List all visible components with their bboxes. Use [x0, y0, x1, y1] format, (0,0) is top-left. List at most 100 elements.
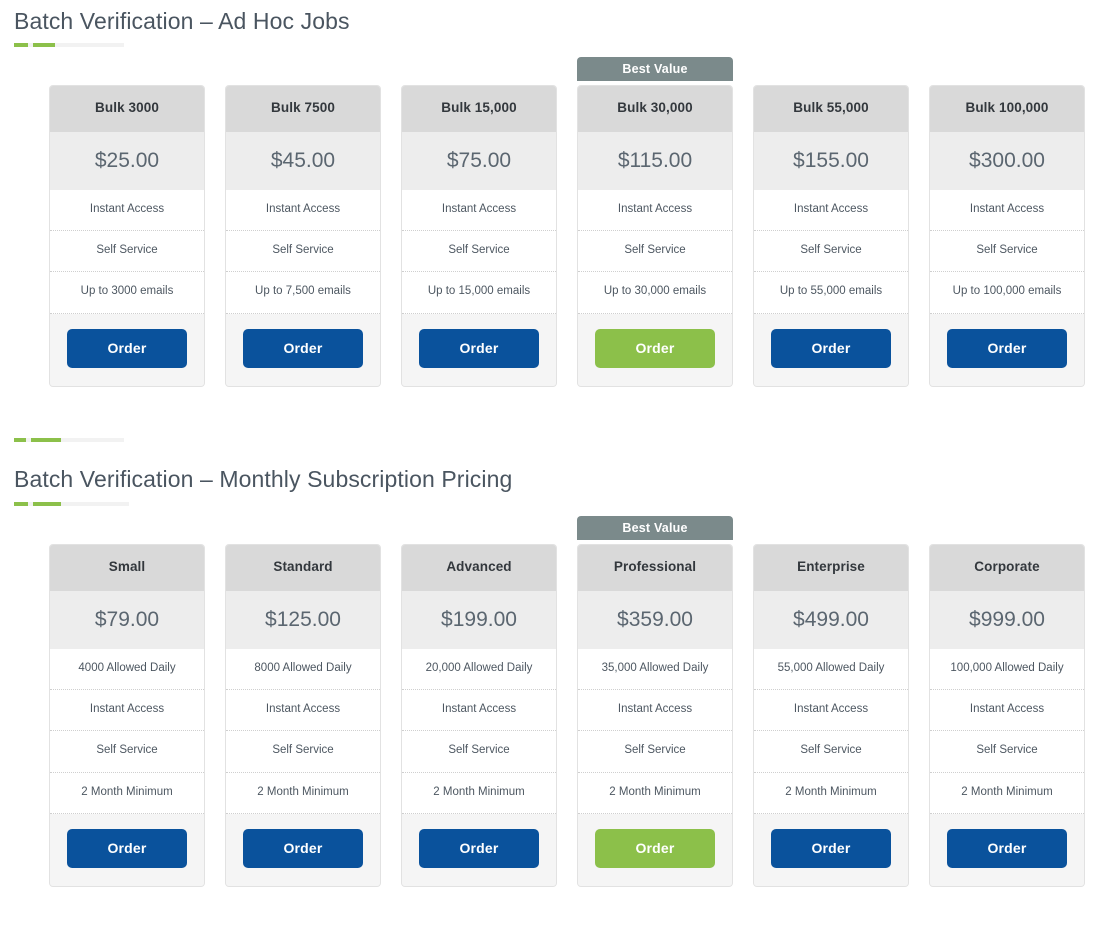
plan-feature: Instant Access [754, 690, 908, 732]
pricing-card-column: Bulk 7500 $45.00 Instant Access Self Servic… [225, 57, 381, 387]
order-button[interactable]: Order [595, 828, 715, 868]
plan-feature: 2 Month Minimum [930, 773, 1084, 814]
plan-name: Professional [578, 545, 732, 591]
pricing-card-column: Best Value Professional $359.00 35,000 Allo… [577, 516, 733, 887]
plan-feature: Up to 55,000 emails [754, 272, 908, 314]
plan-feature: 2 Month Minimum [226, 773, 380, 814]
plan-footer: Order [578, 313, 732, 386]
plan-price: $499.00 [754, 590, 908, 649]
plan-feature-list: 100,000 Allowed Daily Instant Access Self … [930, 648, 1084, 814]
plan-name: Corporate [930, 545, 1084, 591]
plan-feature: Self Service [226, 231, 380, 273]
plan-name: Bulk 7500 [226, 86, 380, 132]
plan-feature: Instant Access [578, 690, 732, 732]
plan-footer: Order [754, 313, 908, 386]
pricing-card: Bulk 3000 $25.00 Instant Access Self Servic… [49, 85, 205, 387]
plan-feature-list: 55,000 Allowed Daily Instant Access Self S… [754, 648, 908, 814]
plan-footer: Order [930, 813, 1084, 886]
pricing-card-column: Small $79.00 4000 Allowed Daily Instant Acc… [49, 516, 205, 887]
order-button[interactable]: Order [243, 328, 363, 368]
pricing-card: Corporate $999.00 100,000 Allowed Daily Ins… [929, 544, 1085, 887]
plan-feature-list: Instant Access Self Service Up to 30,000 e… [578, 189, 732, 314]
order-button[interactable]: Order [67, 328, 187, 368]
pricing-card: Standard $125.00 8000 Allowed Daily Instant… [225, 544, 381, 887]
plan-footer: Order [402, 313, 556, 386]
best-value-badge: Best Value [577, 516, 733, 540]
badge-spacer [753, 516, 909, 544]
pricing-card-column: Bulk 3000 $25.00 Instant Access Self Servic… [49, 57, 205, 387]
plan-name: Bulk 55,000 [754, 86, 908, 132]
pricing-card: Bulk 55,000 $155.00 Instant Access Self Ser… [753, 85, 909, 387]
plan-name: Bulk 100,000 [930, 86, 1084, 132]
order-button[interactable]: Order [947, 328, 1067, 368]
plan-feature: 55,000 Allowed Daily [754, 649, 908, 691]
pricing-card-column: Bulk 100,000 $300.00 Instant Access Self Se… [929, 57, 1085, 387]
order-button[interactable]: Order [771, 328, 891, 368]
plan-feature: Self Service [226, 731, 380, 773]
plan-price: $359.00 [578, 590, 732, 649]
plan-name: Bulk 3000 [50, 86, 204, 132]
pricing-card-column: Best Value Bulk 30,000 $115.00 Instant Acce… [577, 57, 733, 387]
plan-footer: Order [578, 813, 732, 886]
plan-name: Enterprise [754, 545, 908, 591]
order-button[interactable]: Order [947, 828, 1067, 868]
plan-feature: 2 Month Minimum [578, 773, 732, 814]
pricing-card: Professional $359.00 35,000 Allowed Daily I… [577, 544, 733, 887]
pricing-card: Advanced $199.00 20,000 Allowed Daily Insta… [401, 544, 557, 887]
pricing-page: Batch Verification – Ad Hoc Jobs Bulk 30… [0, 0, 1100, 939]
plan-feature: Self Service [930, 731, 1084, 773]
order-button[interactable]: Order [67, 828, 187, 868]
badge-spacer [753, 57, 909, 85]
section-title-ad-hoc: Batch Verification – Ad Hoc Jobs [14, 8, 350, 34]
pricing-card: Enterprise $499.00 55,000 Allowed Daily Ins… [753, 544, 909, 887]
plan-feature: Self Service [578, 731, 732, 773]
plan-feature: Up to 15,000 emails [402, 272, 556, 314]
order-button[interactable]: Order [771, 828, 891, 868]
title-underline-decoration-2 [14, 502, 129, 506]
plan-name: Small [50, 545, 204, 591]
plan-footer: Order [930, 313, 1084, 386]
pricing-card: Bulk 7500 $45.00 Instant Access Self Servic… [225, 85, 381, 387]
section-title-monthly: Batch Verification – Monthly Subscriptio… [14, 466, 513, 492]
plan-feature: Self Service [578, 231, 732, 273]
plan-feature-list: Instant Access Self Service Up to 55,000 e… [754, 189, 908, 314]
plan-footer: Order [226, 313, 380, 386]
pricing-card-column: Advanced $199.00 20,000 Allowed Daily Insta… [401, 516, 557, 887]
plan-price: $155.00 [754, 131, 908, 190]
plan-feature: 100,000 Allowed Daily [930, 649, 1084, 691]
plan-footer: Order [226, 813, 380, 886]
plan-feature: Instant Access [754, 190, 908, 232]
pricing-card: Bulk 30,000 $115.00 Instant Access Self Ser… [577, 85, 733, 387]
plan-name: Advanced [402, 545, 556, 591]
order-button[interactable]: Order [419, 328, 539, 368]
plan-feature: Self Service [754, 231, 908, 273]
order-button[interactable]: Order [595, 328, 715, 368]
plan-footer: Order [50, 313, 204, 386]
plan-feature: Instant Access [226, 190, 380, 232]
plan-price: $125.00 [226, 590, 380, 649]
badge-spacer [49, 516, 205, 544]
plan-name: Bulk 15,000 [402, 86, 556, 132]
pricing-card-column: Bulk 55,000 $155.00 Instant Access Self Ser… [753, 57, 909, 387]
badge-spacer [401, 516, 557, 544]
plan-footer: Order [754, 813, 908, 886]
plan-feature: 2 Month Minimum [402, 773, 556, 814]
plan-price: $300.00 [930, 131, 1084, 190]
pricing-card-column: Bulk 15,000 $75.00 Instant Access Self Serv… [401, 57, 557, 387]
plan-footer: Order [50, 813, 204, 886]
plan-price: $115.00 [578, 131, 732, 190]
plan-feature: 2 Month Minimum [754, 773, 908, 814]
pricing-card: Bulk 100,000 $300.00 Instant Access Self Se… [929, 85, 1085, 387]
plan-feature: Instant Access [930, 690, 1084, 732]
order-button[interactable]: Order [419, 828, 539, 868]
pricing-card: Bulk 15,000 $75.00 Instant Access Self Serv… [401, 85, 557, 387]
plan-feature: 2 Month Minimum [50, 773, 204, 814]
order-button[interactable]: Order [243, 828, 363, 868]
plan-name: Bulk 30,000 [578, 86, 732, 132]
badge-spacer [49, 57, 205, 85]
section-divider-decoration [14, 438, 124, 442]
plan-feature: Self Service [50, 231, 204, 273]
best-value-badge: Best Value [577, 57, 733, 81]
pricing-card: Small $79.00 4000 Allowed Daily Instant Acc… [49, 544, 205, 887]
plan-name: Standard [226, 545, 380, 591]
